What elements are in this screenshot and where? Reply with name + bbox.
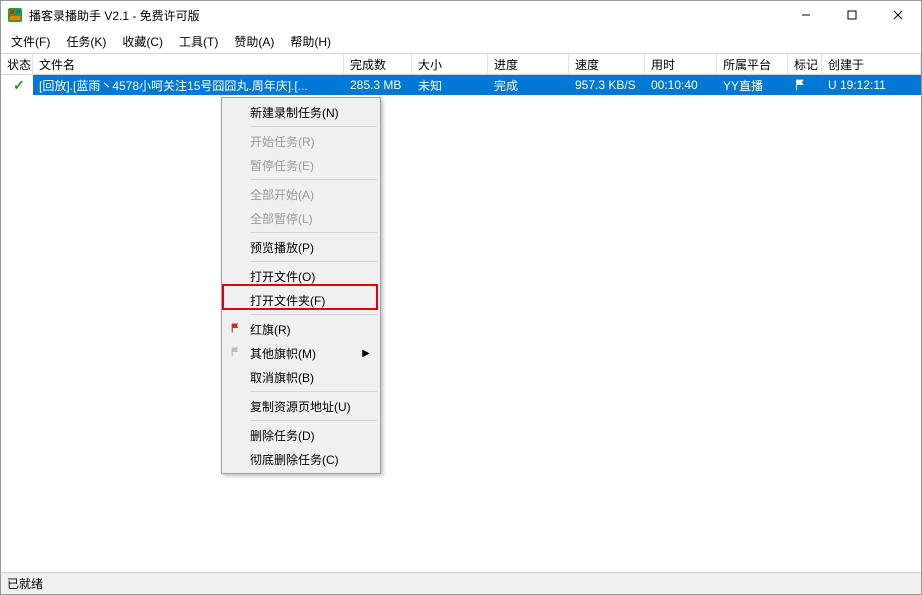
col-size[interactable]: 大小 [412,54,488,74]
table-row[interactable]: ✓ [回放].[蓝雨丶4578小呵关注15号囧囧丸.周年庆].[... 285.… [1,75,921,95]
menu-task[interactable]: 任务(K) [66,33,106,50]
flag-red-icon [228,322,244,337]
cell-platform: YY直播 [717,75,788,95]
col-flag[interactable]: 标记 [788,54,822,74]
col-created[interactable]: 创建于 [822,54,921,74]
mi-start-all: 全部开始(A) [224,182,378,206]
check-icon: ✓ [7,77,25,94]
close-button[interactable] [875,1,921,29]
cell-speed: 957.3 KB/S [569,75,645,95]
col-status[interactable]: 状态 [1,54,33,74]
menu-separator [250,391,377,392]
mi-copy-url[interactable]: 复制资源页地址(U) [224,394,378,418]
mi-open-folder[interactable]: 打开文件夹(F) [224,288,378,312]
mi-pause-all: 全部暂停(L) [224,206,378,230]
menu-separator [250,232,377,233]
menu-separator [250,420,377,421]
submenu-arrow-icon: ▶ [362,348,370,359]
menu-favorite[interactable]: 收藏(C) [122,33,163,50]
mi-cancel-flag[interactable]: 取消旗帜(B) [224,365,378,389]
window-controls [783,1,921,29]
mi-preview[interactable]: 预览播放(P) [224,235,378,259]
menu-separator [250,314,377,315]
menu-separator [250,261,377,262]
window-title: 播客录播助手 V2.1 - 免费许可版 [29,7,200,24]
col-platform[interactable]: 所属平台 [717,54,788,74]
mi-red-flag[interactable]: 红旗(R) [224,317,378,341]
cell-done: 285.3 MB [344,75,412,95]
titlebar: 播客录播助手 V2.1 - 免费许可版 [1,1,921,29]
menu-separator [250,126,377,127]
mi-other-flag[interactable]: 其他旗帜(M) ▶ [224,341,378,365]
context-menu: 新建录制任务(N) 开始任务(R) 暂停任务(E) 全部开始(A) 全部暂停(L… [221,97,381,474]
mi-pause-task: 暂停任务(E) [224,153,378,177]
mi-delete-hard[interactable]: 彻底删除任务(C) [224,447,378,471]
cell-flag [788,75,822,95]
status-text: 已就绪 [7,575,43,592]
app-icon [7,7,23,23]
menu-donate[interactable]: 赞助(A) [234,33,274,50]
flag-grey-icon [228,346,244,361]
col-time[interactable]: 用时 [645,54,717,74]
mi-new-task[interactable]: 新建录制任务(N) [224,100,378,124]
maximize-button[interactable] [829,1,875,29]
col-file[interactable]: 文件名 [33,54,344,74]
menu-tool[interactable]: 工具(T) [179,33,218,50]
mi-other-flag-label: 其他旗帜(M) [250,345,316,362]
mi-start-task: 开始任务(R) [224,129,378,153]
mi-open-file[interactable]: 打开文件(O) [224,264,378,288]
statusbar: 已就绪 [1,572,921,594]
cell-file: [回放].[蓝雨丶4578小呵关注15号囧囧丸.周年庆].[... [33,75,344,95]
minimize-button[interactable] [783,1,829,29]
col-progress[interactable]: 进度 [488,54,569,74]
col-done[interactable]: 完成数 [344,54,412,74]
menu-help[interactable]: 帮助(H) [290,33,331,50]
menu-separator [250,179,377,180]
cell-time: 00:10:40 [645,75,717,95]
cell-progress: 完成 [488,75,569,95]
menubar: 文件(F) 任务(K) 收藏(C) 工具(T) 赞助(A) 帮助(H) [1,29,921,53]
menu-file[interactable]: 文件(F) [11,33,50,50]
cell-created: U 19:12:11 [822,75,921,95]
mi-red-flag-label: 红旗(R) [250,321,291,338]
col-speed[interactable]: 速度 [569,54,645,74]
data-area[interactable] [1,95,921,574]
table-header: 状态 文件名 完成数 大小 进度 速度 用时 所属平台 标记 创建于 [1,53,921,75]
cell-status: ✓ [1,75,33,95]
cell-size: 未知 [412,75,488,95]
mi-delete-task[interactable]: 删除任务(D) [224,423,378,447]
